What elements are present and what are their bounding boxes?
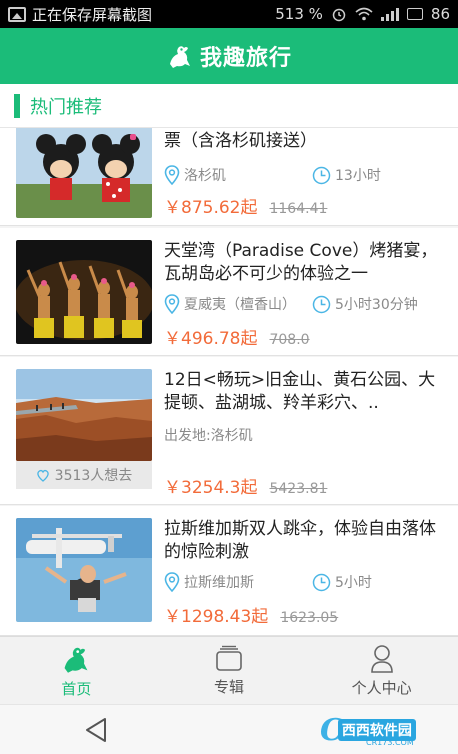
item-duration: 5小时30分钟: [312, 294, 418, 314]
screenshot-icon: [8, 6, 26, 22]
tab-albums[interactable]: 专辑: [153, 637, 306, 704]
home-logo-icon: [64, 647, 88, 673]
item-location: 洛杉矶: [164, 165, 312, 185]
watermark-logo: C 西西软件园 CR173.COM: [320, 711, 416, 749]
item-duration: 5小时: [312, 572, 372, 592]
want-to-go-badge[interactable]: 3513人想去: [16, 461, 152, 489]
item-title: 12日<畅玩>旧金山、黄石公园、大提顿、盐湖城、羚羊彩穴、..: [164, 370, 436, 413]
status-ticker: 正在保存屏幕截图: [32, 5, 153, 24]
item-meta: 洛杉矶 13小时: [164, 165, 448, 185]
item-title: 票（含洛杉矶接送）: [164, 131, 317, 151]
item-location-text: 洛杉矶: [184, 168, 226, 184]
section-accent-bar: [14, 93, 20, 118]
item-price: ￥875.62起: [164, 198, 258, 218]
item-price-row: ￥1298.43起 1623.05: [164, 602, 448, 627]
item-price: ￥1298.43起: [164, 607, 269, 627]
battery-level: 86: [430, 5, 450, 23]
section-header: 热门推荐: [0, 84, 458, 128]
item-original-price: 708.0: [269, 332, 310, 348]
item-duration-text: 13小时: [335, 168, 381, 184]
tab-home[interactable]: 首页: [0, 637, 153, 704]
clock-icon: [312, 295, 331, 313]
alarm-icon: [332, 8, 346, 22]
item-duration-text: 5小时: [335, 575, 372, 591]
item-origin: 出发地:洛杉矶: [164, 428, 253, 444]
item-info: 拉斯维加斯双人跳伞，体验自由落体的惊险刺激 拉斯维加斯 5小时 ￥1298.43…: [164, 518, 448, 627]
item-price-row: ￥875.62起 1164.41: [164, 193, 448, 218]
item-location: 夏威夷（檀香山）: [164, 294, 312, 314]
want-count: 3513人想去: [54, 468, 133, 484]
signal-icon: [380, 7, 399, 21]
status-right: 513 % 86: [275, 5, 450, 23]
item-info: 12日<畅玩>旧金山、黄石公园、大提顿、盐湖城、羚羊彩穴、.. 出发地:洛杉矶 …: [164, 369, 448, 498]
item-thumbnail: [16, 128, 152, 218]
wifi-icon: [355, 7, 373, 21]
watermark-site: CR173.COM: [366, 738, 414, 747]
bottom-tab-bar: 首页 专辑 个人中心: [0, 636, 458, 704]
tab-profile-label: 个人中心: [351, 678, 412, 697]
item-original-price: 1623.05: [280, 610, 339, 626]
item-duration: 13小时: [312, 165, 381, 185]
location-pin-icon: [164, 294, 180, 314]
item-info: 天堂湾（Paradise Cove）烤猪宴，瓦胡岛必不可少的体验之一 夏威夷（檀…: [164, 240, 448, 349]
clock-icon: [312, 573, 331, 591]
item-duration-text: 5小时30分钟: [335, 297, 418, 313]
tab-home-label: 首页: [61, 679, 92, 698]
list-item[interactable]: 天堂湾（Paradise Cove）烤猪宴，瓦胡岛必不可少的体验之一 夏威夷（檀…: [0, 228, 458, 356]
item-price-row: ￥3254.3起 5423.81: [164, 473, 448, 498]
status-bar: 正在保存屏幕截图 513 % 86: [0, 0, 458, 28]
item-original-price: 1164.41: [269, 201, 328, 217]
list-item[interactable]: 票（含洛杉矶接送） 洛杉矶 13小时 ￥875.62起 1164.41: [0, 128, 458, 226]
item-title: 天堂湾（Paradise Cove）烤猪宴，瓦胡岛必不可少的体验之一: [164, 241, 438, 284]
tab-profile[interactable]: 个人中心: [305, 637, 458, 704]
item-location: 拉斯维加斯: [164, 572, 312, 592]
battery-percent-text: 513 %: [275, 5, 323, 23]
item-location-text: 夏威夷（檀香山）: [184, 297, 296, 313]
product-list[interactable]: 票（含洛杉矶接送） 洛杉矶 13小时 ￥875.62起 1164.41 天堂湾（…: [0, 128, 458, 636]
list-item[interactable]: 拉斯维加斯双人跳伞，体验自由落体的惊险刺激 拉斯维加斯 5小时 ￥1298.43…: [0, 506, 458, 636]
app-header: 我趣旅行: [0, 28, 458, 84]
item-original-price: 5423.81: [269, 481, 328, 497]
app-screen: 正在保存屏幕截图 513 % 86 我趣旅行 热门推荐 票（含洛杉矶接送） 洛杉…: [0, 0, 458, 754]
album-icon: [216, 645, 242, 671]
back-triangle-icon[interactable]: [84, 717, 108, 743]
clock-icon: [312, 166, 331, 184]
location-pin-icon: [164, 165, 180, 185]
page-title: 我趣旅行: [199, 46, 292, 71]
item-thumbnail: [16, 518, 152, 622]
item-price: ￥496.78起: [164, 329, 258, 349]
location-pin-icon: [164, 572, 180, 592]
item-meta: 夏威夷（檀香山） 5小时30分钟: [164, 294, 448, 314]
battery-icon: [406, 8, 423, 20]
item-info: 票（含洛杉矶接送） 洛杉矶 13小时 ￥875.62起 1164.41: [164, 130, 448, 218]
item-meta: 拉斯维加斯 5小时: [164, 572, 448, 592]
user-icon: [370, 644, 393, 673]
tab-albums-label: 专辑: [214, 677, 245, 696]
list-item[interactable]: 3513人想去 12日<畅玩>旧金山、黄石公园、大提顿、盐湖城、羚羊彩穴、.. …: [0, 357, 458, 505]
item-thumbnail: [16, 240, 152, 344]
item-thumbnail: [16, 369, 152, 461]
heart-icon: [36, 469, 49, 482]
item-price: ￥3254.3起: [164, 478, 258, 498]
system-nav-bar: C 西西软件园 CR173.COM: [0, 704, 458, 754]
item-location-text: 拉斯维加斯: [184, 575, 254, 591]
item-title: 拉斯维加斯双人跳伞，体验自由落体的惊险刺激: [164, 519, 436, 562]
app-logo-icon: [169, 46, 190, 68]
item-price-row: ￥496.78起 708.0: [164, 324, 448, 349]
section-title: 热门推荐: [30, 96, 102, 118]
